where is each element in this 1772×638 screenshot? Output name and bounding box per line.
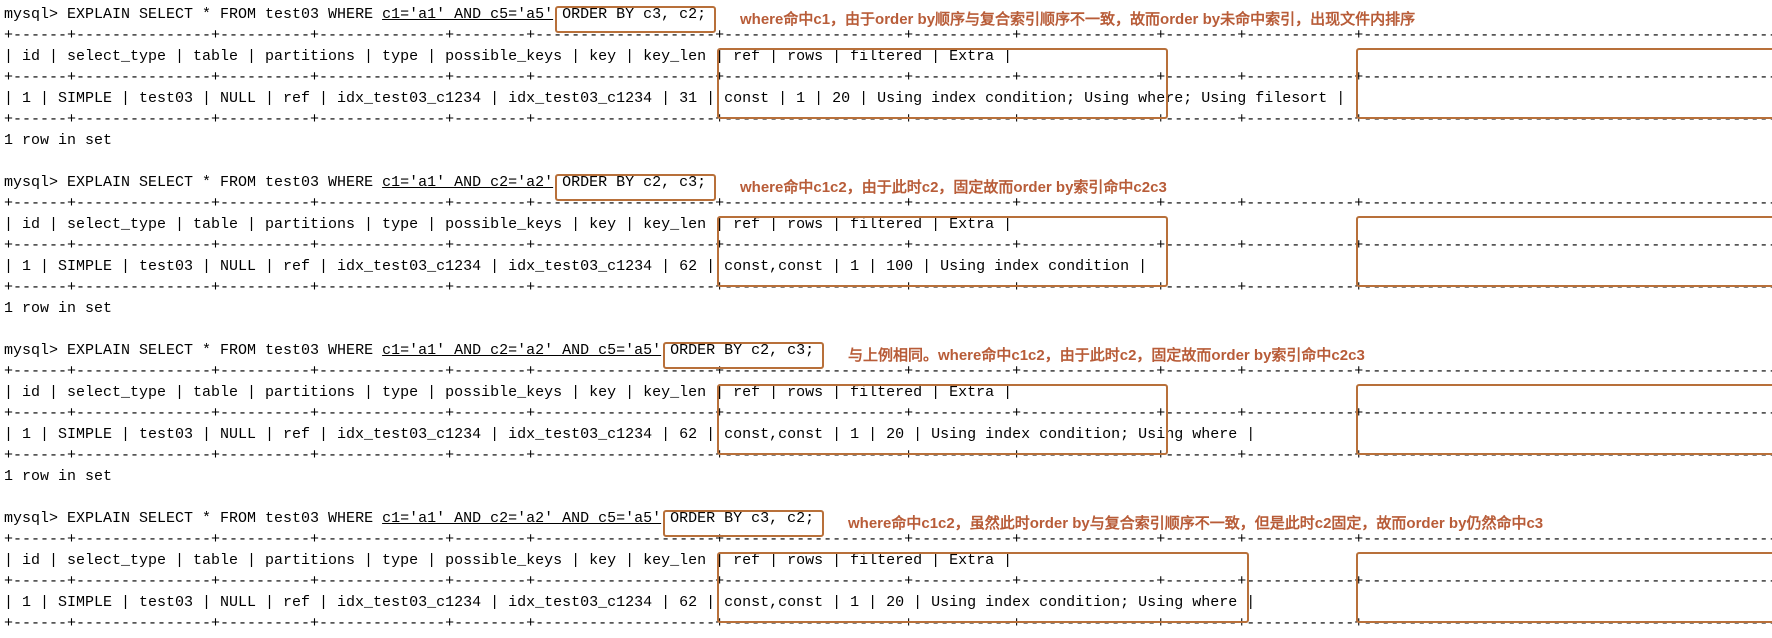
annotation: 与上例相同。where命中c1c2，由于此时c2，固定故而order by索引命… [848, 345, 1365, 366]
prompt: mysql> [4, 174, 67, 191]
row-count: 1 row in set [4, 130, 1768, 151]
sql-where: c1='a1' AND c2='a2' AND c5='a5' [382, 510, 661, 527]
table-header: | id | select_type | table | partitions … [4, 550, 1768, 571]
table-sep: +------+---------------+----------+-----… [4, 613, 1768, 634]
sql-orderby: ORDER BY c2, c3; [553, 174, 706, 191]
row-count: 1 row in set [4, 298, 1768, 319]
table-sep: +------+---------------+----------+-----… [4, 109, 1768, 130]
sql-orderby: ORDER BY c3, c2; [661, 510, 814, 527]
sql-prefix: EXPLAIN SELECT * FROM test03 WHERE [67, 174, 382, 191]
table-header: | id | select_type | table | partitions … [4, 382, 1768, 403]
table-sep: +------+---------------+----------+-----… [4, 277, 1768, 298]
sql-orderby: ORDER BY c2, c3; [661, 342, 814, 359]
prompt: mysql> [4, 510, 67, 527]
sql-prefix: EXPLAIN SELECT * FROM test03 WHERE [67, 510, 382, 527]
table-sep: +------+---------------+----------+-----… [4, 571, 1768, 592]
sql-where: c1='a1' AND c2='a2' [382, 174, 553, 191]
sql-where: c1='a1' AND c2='a2' AND c5='a5' [382, 342, 661, 359]
sql-prefix: EXPLAIN SELECT * FROM test03 WHERE [67, 342, 382, 359]
table-sep: +------+---------------+----------+-----… [4, 67, 1768, 88]
prompt: mysql> [4, 342, 67, 359]
table-row: | 1 | SIMPLE | test03 | NULL | ref | idx… [4, 424, 1768, 445]
table-sep: +------+---------------+----------+-----… [4, 445, 1768, 466]
table-row: | 1 | SIMPLE | test03 | NULL | ref | idx… [4, 256, 1768, 277]
table-header: | id | select_type | table | partitions … [4, 214, 1768, 235]
sql-prefix: EXPLAIN SELECT * FROM test03 WHERE [67, 6, 382, 23]
annotation: where命中c1，由于order by顺序与复合索引顺序不一致，故而order… [740, 9, 1415, 30]
blank [4, 319, 1768, 340]
sql-orderby: ORDER BY c3, c2; [553, 6, 706, 23]
table-sep: +------+---------------+----------+-----… [4, 235, 1768, 256]
table-sep: +------+---------------+----------+-----… [4, 403, 1768, 424]
annotation: where命中c1c2，由于此时c2，固定故而order by索引命中c2c3 [740, 177, 1167, 198]
mysql-explain-output: mysql> EXPLAIN SELECT * FROM test03 WHER… [4, 4, 1768, 634]
annotation: where命中c1c2，虽然此时order by与复合索引顺序不一致，但是此时c… [848, 513, 1543, 534]
blank [4, 151, 1768, 172]
row-count: 1 row in set [4, 466, 1768, 487]
table-header: | id | select_type | table | partitions … [4, 46, 1768, 67]
blank [4, 487, 1768, 508]
table-row: | 1 | SIMPLE | test03 | NULL | ref | idx… [4, 88, 1768, 109]
prompt: mysql> [4, 6, 67, 23]
sql-where: c1='a1' AND c5='a5' [382, 6, 553, 23]
